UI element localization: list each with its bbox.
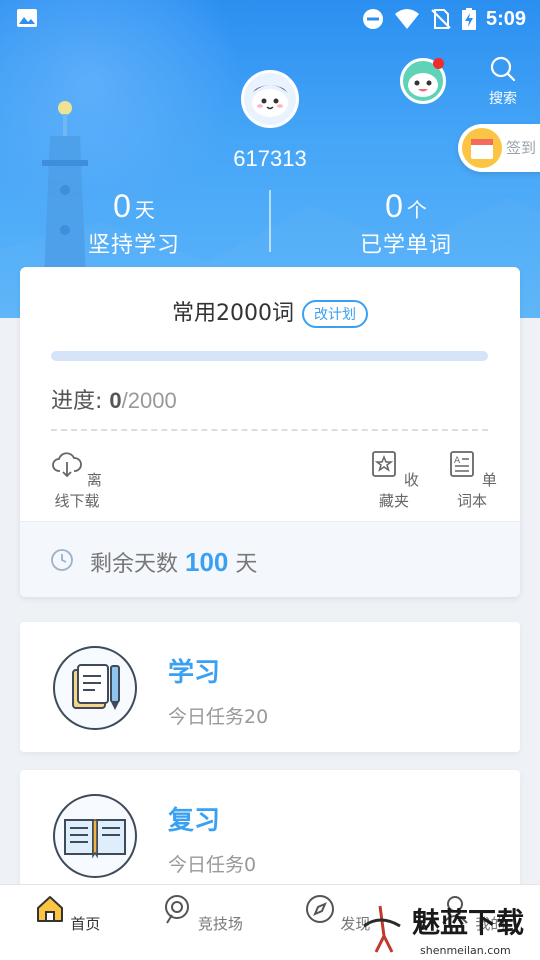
study-task-card[interactable]: 学习 今日任务20 [20, 622, 520, 752]
plan-title: 常用2000词 [172, 301, 294, 326]
image-icon [17, 9, 37, 27]
stat-label: 已学单词 [359, 233, 452, 258]
cartoon-avatar-icon [252, 85, 288, 117]
search-button[interactable]: 搜索 [480, 56, 526, 107]
remaining-prefix: 剩余天数 [90, 552, 179, 577]
stat-value: 0 [113, 188, 131, 224]
no-sim-icon [431, 9, 451, 29]
search-icon [490, 56, 516, 82]
checkin-button[interactable]: 签到 [458, 124, 540, 172]
status-bar: 5:09 [0, 0, 540, 38]
progress-bar [51, 351, 488, 361]
nav-label: 首页 [70, 915, 101, 933]
search-label: 搜索 [489, 91, 517, 107]
favorites-button[interactable]: 收藏夹 [366, 449, 422, 511]
nav-label: 竞技场 [197, 915, 243, 933]
stat-learned-words: 0个 已学单词 [306, 188, 506, 259]
battery-charging-icon [461, 8, 476, 30]
star-bookmark-icon [372, 451, 396, 477]
open-book-icon [53, 794, 137, 878]
task-title: 学习 [168, 658, 221, 688]
svg-text:A: A [454, 456, 461, 466]
stat-label: 坚持学习 [87, 233, 180, 258]
review-task-card[interactable]: 复习 今日任务0 [20, 770, 520, 900]
plan-card: 常用2000词 改计划 进度: 0/2000 离线下载 收藏夹 A 单词本 剩余… [20, 267, 520, 597]
divider [51, 429, 488, 431]
stat-unit: 个 [406, 198, 427, 222]
minus-circle-icon [362, 9, 383, 29]
document-pen-icon [53, 646, 137, 730]
vocabulary-book-icon: A [450, 451, 474, 477]
remaining-days-bar: 剩余天数 100 天 [20, 521, 520, 597]
wifi-icon [394, 9, 419, 29]
stat-divider [269, 190, 271, 252]
change-plan-button[interactable]: 改计划 [302, 300, 368, 328]
task-title: 复习 [168, 806, 221, 836]
calendar-icon [462, 128, 502, 168]
user-avatar[interactable] [241, 70, 299, 128]
clock-icon [51, 549, 73, 571]
cloud-download-icon [52, 452, 82, 478]
nav-home[interactable]: 首页 [17, 893, 117, 934]
remaining-days-text: 剩余天数 100 天 [90, 546, 257, 578]
stat-unit: 天 [134, 198, 155, 222]
home-icon [36, 896, 63, 922]
arena-icon [165, 895, 190, 924]
task-subtitle: 今日任务0 [168, 854, 257, 876]
progress-label: 进度: [51, 389, 103, 414]
compass-icon [305, 895, 334, 923]
progress-total: /2000 [121, 388, 177, 413]
notification-dot [433, 58, 444, 69]
vocabulary-book-button[interactable]: A 单词本 [444, 449, 500, 511]
progress-text: 进度: 0/2000 [51, 383, 177, 415]
status-time: 5:09 [485, 7, 526, 30]
remaining-days-value: 100 [185, 547, 229, 577]
stat-value: 0 [385, 188, 403, 224]
watermark-url: shenmeilan.com [420, 944, 511, 957]
nav-arena[interactable]: 竞技场 [152, 893, 252, 934]
progress-current: 0 [109, 388, 122, 413]
offline-download-button[interactable]: 离线下载 [46, 449, 108, 511]
checkin-label: 签到 [506, 139, 537, 157]
task-subtitle: 今日任务20 [168, 706, 269, 728]
remaining-suffix: 天 [235, 552, 258, 577]
stat-study-days: 0天 坚持学习 [34, 188, 234, 259]
plan-title-row: 常用2000词 改计划 [20, 295, 520, 328]
watermark-logo: 魅蓝下载 shenmeilan.com [363, 905, 524, 957]
watermark-text: 魅蓝下载 [412, 906, 524, 939]
